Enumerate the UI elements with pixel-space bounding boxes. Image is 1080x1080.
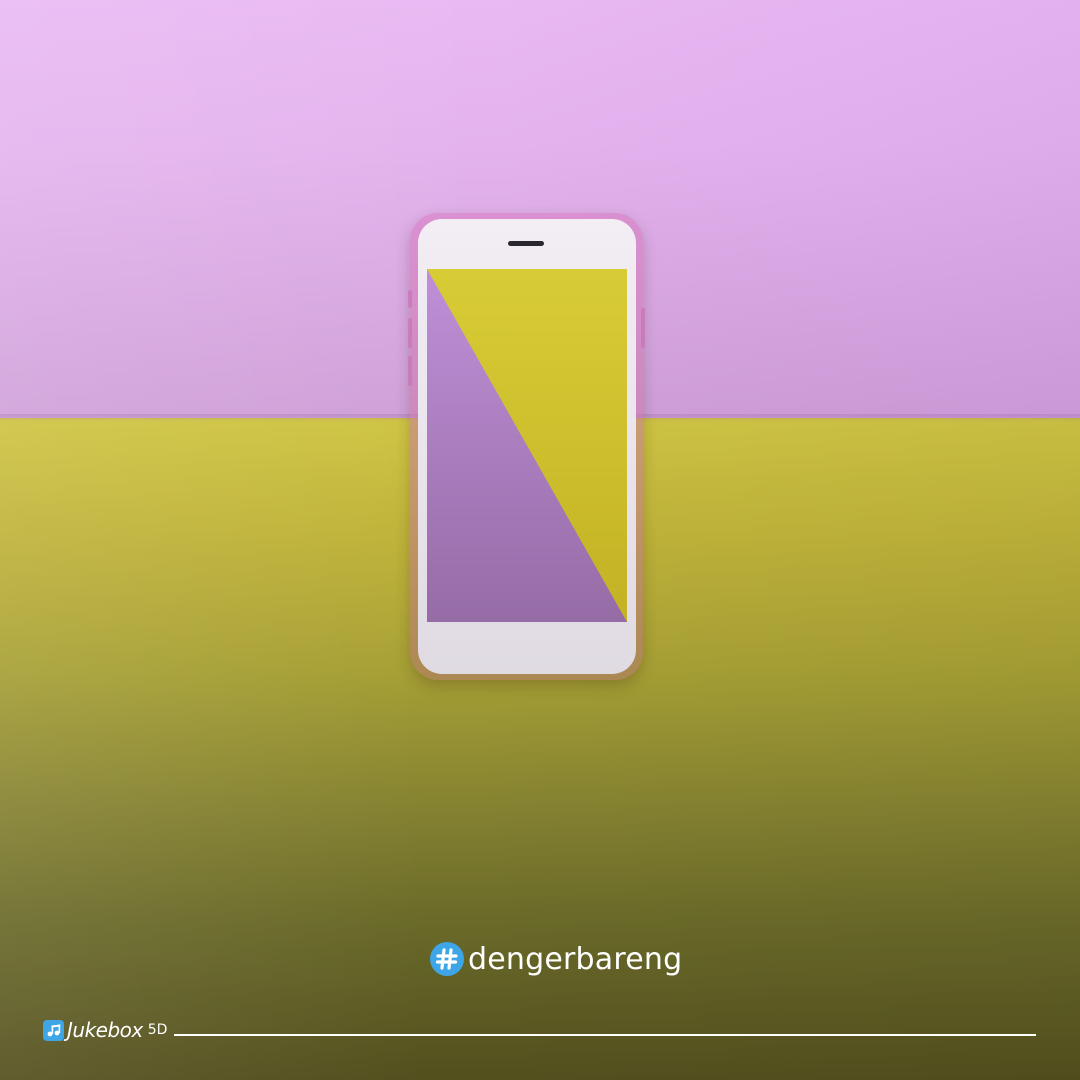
phone-power-button (641, 308, 645, 348)
hashtag-text: dengerbareng (468, 941, 683, 977)
brand-suffix: 5D (147, 1022, 168, 1038)
hashtag-label: dengerbareng (430, 938, 682, 980)
photo-canvas: dengerbareng Jukebox 5D (0, 0, 1080, 1080)
brand-logo: Jukebox 5D (43, 1018, 167, 1042)
phone-speaker (508, 241, 544, 246)
jukebox-note-icon (43, 1019, 64, 1041)
screen-graphic (427, 269, 627, 622)
phone-side-button (408, 290, 412, 308)
phone-side-button (408, 318, 412, 348)
footer-divider (174, 1034, 1036, 1036)
phone-screen (427, 269, 627, 622)
brand-name: Jukebox (67, 1018, 143, 1042)
phone-side-button (408, 356, 412, 386)
hash-icon (430, 942, 464, 976)
